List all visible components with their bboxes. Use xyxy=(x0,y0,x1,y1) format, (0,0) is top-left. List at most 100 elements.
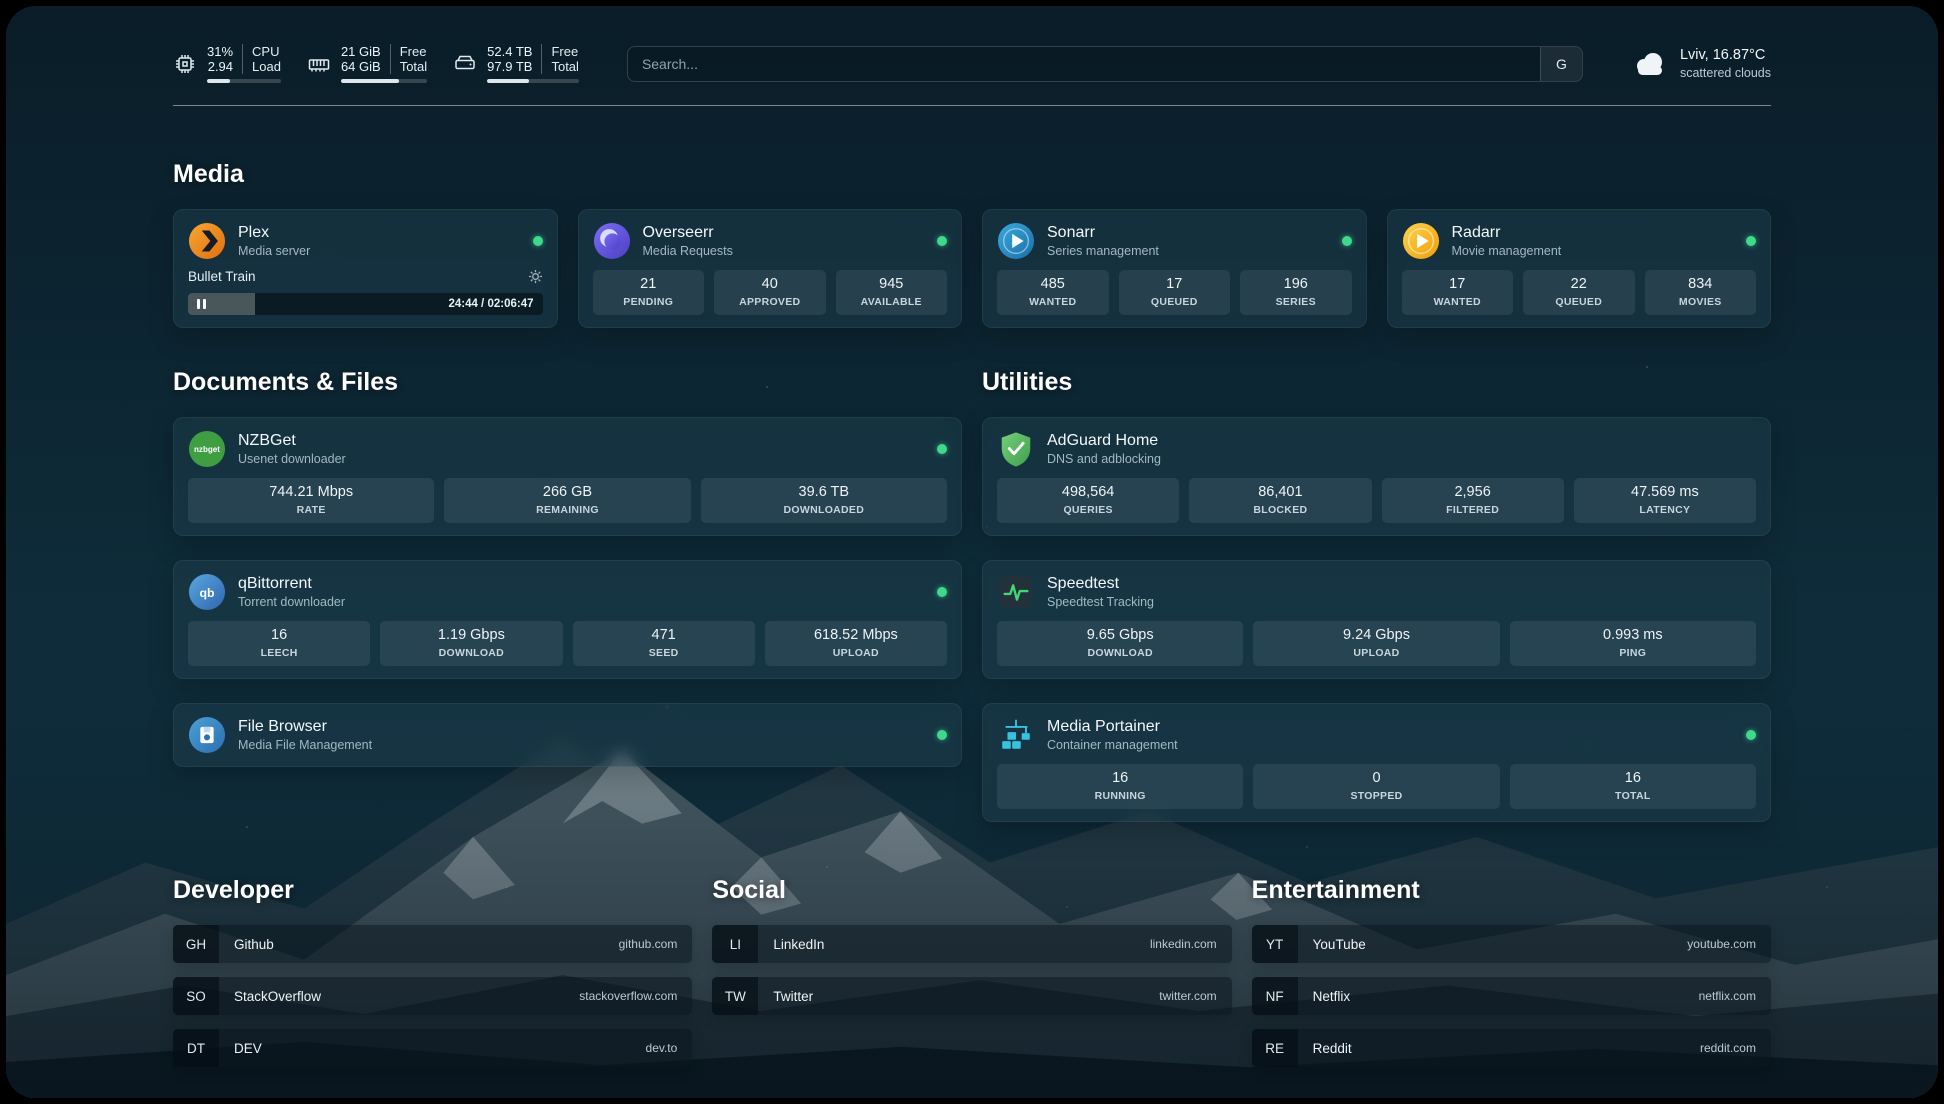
service-card-nzbget[interactable]: nzbget NZBGet Usenet downloader 744.21 M… xyxy=(173,417,962,536)
service-description: Torrent downloader xyxy=(238,594,345,610)
service-card-portainer[interactable]: Media Portainer Container management 16 … xyxy=(982,703,1771,822)
service-name: File Browser xyxy=(238,717,372,737)
service-description: Movie management xyxy=(1452,243,1562,259)
service-card-radarr[interactable]: Radarr Movie management 17 WANTED 22 QUE… xyxy=(1387,209,1772,328)
disk-free-value: 52.4 TB xyxy=(487,44,541,59)
entertainment-section-title: Entertainment xyxy=(1252,876,1771,905)
service-name: Speedtest xyxy=(1047,574,1154,594)
speedtest-icon xyxy=(997,573,1035,611)
service-card-plex[interactable]: Plex Media server Bullet Train xyxy=(173,209,558,328)
weather-location: Lviv, 16.87°C xyxy=(1680,46,1771,65)
status-dot xyxy=(1746,730,1756,740)
service-name: Sonarr xyxy=(1047,223,1159,243)
service-name: Overseerr xyxy=(643,223,733,243)
service-name: NZBGet xyxy=(238,431,346,451)
bookmark-name: DEV xyxy=(234,1041,262,1056)
search-provider-button[interactable]: G xyxy=(1540,47,1582,81)
dashboard-screen: 31% CPU 2.94 Load xyxy=(6,6,1938,1098)
bookmark-url: dev.to xyxy=(646,1041,678,1055)
service-name: Plex xyxy=(238,223,310,243)
bookmark-name: Netflix xyxy=(1313,989,1351,1004)
bookmark-name: YouTube xyxy=(1313,937,1366,952)
bookmark-twitter[interactable]: TW Twitter twitter.com xyxy=(712,977,1231,1015)
service-description: DNS and adblocking xyxy=(1047,451,1161,467)
cpu-load-value: 2.94 xyxy=(207,59,242,74)
bookmark-abbr: TW xyxy=(712,977,758,1015)
media-section-title: Media xyxy=(173,160,1771,189)
memory-icon xyxy=(307,52,331,76)
service-description: Speedtest Tracking xyxy=(1047,594,1154,610)
service-card-filebrowser[interactable]: File Browser Media File Management xyxy=(173,703,962,767)
bookmark-abbr: GH xyxy=(173,925,219,963)
bookmark-reddit[interactable]: RE Reddit reddit.com xyxy=(1252,1029,1771,1067)
weather-condition: scattered clouds xyxy=(1680,65,1771,81)
stat-movies: 834 MOVIES xyxy=(1645,270,1757,315)
memory-usage-bar xyxy=(341,79,427,83)
sonarr-icon xyxy=(997,222,1035,260)
pause-button[interactable] xyxy=(197,299,206,309)
stat-downloaded: 39.6 TB DOWNLOADED xyxy=(701,478,947,523)
stat-ping: 0.993 ms PING xyxy=(1510,621,1756,666)
bookmark-youtube[interactable]: YT YouTube youtube.com xyxy=(1252,925,1771,963)
service-card-speedtest[interactable]: Speedtest Speedtest Tracking 9.65 Gbps D… xyxy=(982,560,1771,679)
bookmark-url: linkedin.com xyxy=(1150,937,1217,951)
service-description: Media File Management xyxy=(238,737,372,753)
stat-series: 196 SERIES xyxy=(1240,270,1352,315)
bookmark-abbr: RE xyxy=(1252,1029,1298,1067)
stat-approved: 40 APPROVED xyxy=(714,270,826,315)
bookmark-netflix[interactable]: NF Netflix netflix.com xyxy=(1252,977,1771,1015)
stat-wanted: 17 WANTED xyxy=(1402,270,1514,315)
service-card-qbittorrent[interactable]: qb qBittorrent Torrent downloader 16 xyxy=(173,560,962,679)
gear-icon[interactable] xyxy=(528,269,543,284)
bookmarks-developer: Developer GH Github github.com SO StackO… xyxy=(173,876,692,1067)
stat-available: 945 AVAILABLE xyxy=(836,270,948,315)
cpu-label: CPU xyxy=(242,44,281,59)
service-name: Media Portainer xyxy=(1047,717,1178,737)
status-dot xyxy=(937,236,947,246)
status-dot xyxy=(533,236,543,246)
bookmark-stackoverflow[interactable]: SO StackOverflow stackoverflow.com xyxy=(173,977,692,1015)
service-card-sonarr[interactable]: Sonarr Series management 485 WANTED 17 Q… xyxy=(982,209,1367,328)
bookmark-url: twitter.com xyxy=(1159,989,1216,1003)
service-description: Series management xyxy=(1047,243,1159,259)
bookmark-dev[interactable]: DT DEV dev.to xyxy=(173,1029,692,1067)
memory-free-label: Free xyxy=(390,44,427,59)
service-card-adguard[interactable]: AdGuard Home DNS and adblocking 498,564 … xyxy=(982,417,1771,536)
memory-total-label: Total xyxy=(390,59,427,74)
bookmark-name: Reddit xyxy=(1313,1041,1352,1056)
stat-seed: 471 SEED xyxy=(573,621,755,666)
stat-stopped: 0 STOPPED xyxy=(1253,764,1499,809)
stat-remaining: 266 GB REMAINING xyxy=(444,478,690,523)
section-documents: Documents & Files nzbget NZBGet Usenet d… xyxy=(173,368,962,822)
radarr-icon xyxy=(1402,222,1440,260)
stat-latency: 47.569 ms LATENCY xyxy=(1574,478,1756,523)
documents-section-title: Documents & Files xyxy=(173,368,962,397)
bookmark-url: youtube.com xyxy=(1687,937,1756,951)
disk-total-label: Total xyxy=(541,59,578,74)
disk-usage-bar xyxy=(487,79,579,83)
cpu-icon xyxy=(173,52,197,76)
cpu-usage-bar xyxy=(207,79,281,83)
memory-widget: 21 GiB Free 64 GiB Total xyxy=(307,44,427,83)
bookmark-name: Twitter xyxy=(773,989,813,1004)
search-input[interactable] xyxy=(628,47,1540,81)
stat-upload: 9.24 Gbps UPLOAD xyxy=(1253,621,1499,666)
service-card-overseerr[interactable]: Overseerr Media Requests 21 PENDING 40 A… xyxy=(578,209,963,328)
service-description: Usenet downloader xyxy=(238,451,346,467)
bookmark-linkedin[interactable]: LI LinkedIn linkedin.com xyxy=(712,925,1231,963)
qbittorrent-icon: qb xyxy=(188,573,226,611)
stat-upload: 618.52 Mbps UPLOAD xyxy=(765,621,947,666)
stat-total: 16 TOTAL xyxy=(1510,764,1756,809)
stat-running: 16 RUNNING xyxy=(997,764,1243,809)
plex-icon xyxy=(188,222,226,260)
portainer-icon xyxy=(997,716,1035,754)
status-dot xyxy=(1746,236,1756,246)
status-dot xyxy=(1342,236,1352,246)
bookmark-url: netflix.com xyxy=(1699,989,1756,1003)
status-dot xyxy=(937,444,947,454)
topbar: 31% CPU 2.94 Load xyxy=(173,44,1771,83)
disk-total-value: 97.9 TB xyxy=(487,59,541,74)
svg-text:nzbget: nzbget xyxy=(194,445,220,454)
bookmark-github[interactable]: GH Github github.com xyxy=(173,925,692,963)
bookmark-name: LinkedIn xyxy=(773,937,824,952)
